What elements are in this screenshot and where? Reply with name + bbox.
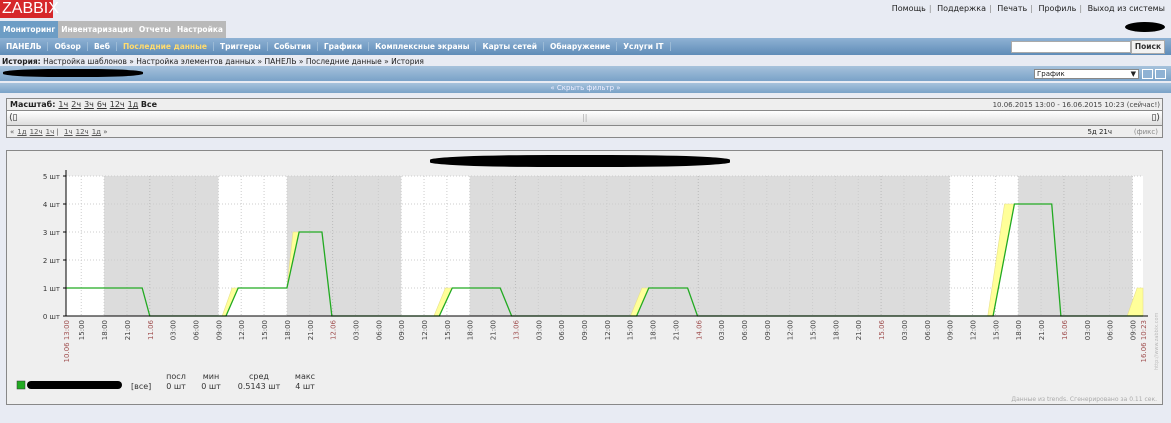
- time-tick-label: 15:00: [627, 320, 635, 340]
- time-tick-label: 21:00: [307, 320, 315, 340]
- legend-min: 0 шт: [201, 382, 221, 391]
- time-tick-label: 21:00: [672, 320, 680, 340]
- day-tick-label: 13.06: [512, 319, 520, 340]
- time-tick-label: 21:00: [1038, 320, 1046, 340]
- legend-last: 0 шт: [166, 382, 186, 391]
- time-tick-label: 18:00: [284, 320, 292, 340]
- time-tick-label: 09:00: [764, 320, 772, 340]
- x-start-label: 10.06 13:00: [63, 320, 71, 362]
- time-tick-label: 03:00: [901, 320, 909, 340]
- watermark: http://www.zabbix.com: [1154, 313, 1160, 370]
- off-hours-band: [104, 176, 219, 316]
- time-tick-label: 03:00: [170, 320, 178, 340]
- time-tick-label: 15:00: [444, 320, 452, 340]
- redacted-graph-title: [430, 155, 730, 167]
- day-tick-label: 16.06: [1061, 319, 1069, 340]
- time-tick-label: 03:00: [535, 320, 543, 340]
- legend-header-avg: сред: [249, 372, 269, 381]
- time-tick-label: 06:00: [924, 320, 932, 340]
- time-tick-label: 12:00: [604, 320, 612, 340]
- time-tick-label: 09:00: [1129, 320, 1137, 340]
- legend-header-min: мин: [203, 372, 219, 381]
- time-tick-label: 09:00: [215, 320, 223, 340]
- y-tick-label: 1 шт: [43, 285, 60, 293]
- x-end-label: 16.06 10:23: [1140, 320, 1148, 362]
- time-tick-label: 06:00: [741, 320, 749, 340]
- time-tick-label: 06:00: [1107, 320, 1115, 340]
- time-tick-label: 12:00: [421, 320, 429, 340]
- time-tick-label: 03:00: [1084, 320, 1092, 340]
- time-tick-label: 09:00: [947, 320, 955, 340]
- time-tick-label: 15:00: [810, 320, 818, 340]
- legend-max: 4 шт: [295, 382, 315, 391]
- y-tick-label: 3 шт: [43, 229, 60, 237]
- time-tick-label: 15:00: [261, 320, 269, 340]
- time-tick-label: 18:00: [101, 320, 109, 340]
- time-tick-label: 18:00: [832, 320, 840, 340]
- time-tick-label: 18:00: [1015, 320, 1023, 340]
- time-tick-label: 21:00: [124, 320, 132, 340]
- time-tick-label: 15:00: [992, 320, 1000, 340]
- day-tick-label: 11.06: [147, 319, 155, 340]
- legend-range: [все]: [131, 382, 151, 391]
- legend-header-last: посл: [166, 372, 186, 381]
- redacted-item-name: [27, 381, 122, 389]
- time-tick-label: 03:00: [352, 320, 360, 340]
- off-hours-band: [1018, 176, 1133, 316]
- legend-header-max: макс: [295, 372, 315, 381]
- day-tick-label: 12.06: [330, 319, 338, 340]
- y-tick-label: 2 шт: [43, 257, 60, 265]
- legend-color-swatch: [16, 380, 26, 390]
- time-tick-label: 21:00: [855, 320, 863, 340]
- day-tick-label: 14.06: [695, 319, 703, 340]
- time-tick-label: 06:00: [193, 320, 201, 340]
- time-tick-label: 18:00: [650, 320, 658, 340]
- time-tick-label: 15:00: [78, 320, 86, 340]
- time-tick-label: 21:00: [490, 320, 498, 340]
- time-tick-label: 12:00: [787, 320, 795, 340]
- y-tick-label: 4 шт: [43, 201, 60, 209]
- time-tick-label: 09:00: [581, 320, 589, 340]
- history-chart: 15:00 18:00 21:00 11.06 03:00 06:00 09:00 12:00…: [16, 170, 1160, 391]
- y-tick-label: 0 шт: [43, 313, 60, 321]
- time-tick-label: 09:00: [398, 320, 406, 340]
- generation-info: Данные из trends. Сгенерировано за 0.11 …: [1011, 396, 1157, 403]
- time-tick-label: 06:00: [375, 320, 383, 340]
- time-tick-label: 12:00: [970, 320, 978, 340]
- time-tick-label: 06:00: [558, 320, 566, 340]
- legend-avg: 0.5143 шт: [238, 382, 281, 391]
- off-hours-band: [286, 176, 402, 316]
- off-hours-band: [469, 176, 950, 316]
- time-tick-label: 12:00: [238, 320, 246, 340]
- day-tick-label: 15.06: [878, 319, 886, 340]
- time-tick-label: 18:00: [467, 320, 475, 340]
- time-tick-label: 03:00: [718, 320, 726, 340]
- y-tick-label: 5 шт: [43, 173, 60, 181]
